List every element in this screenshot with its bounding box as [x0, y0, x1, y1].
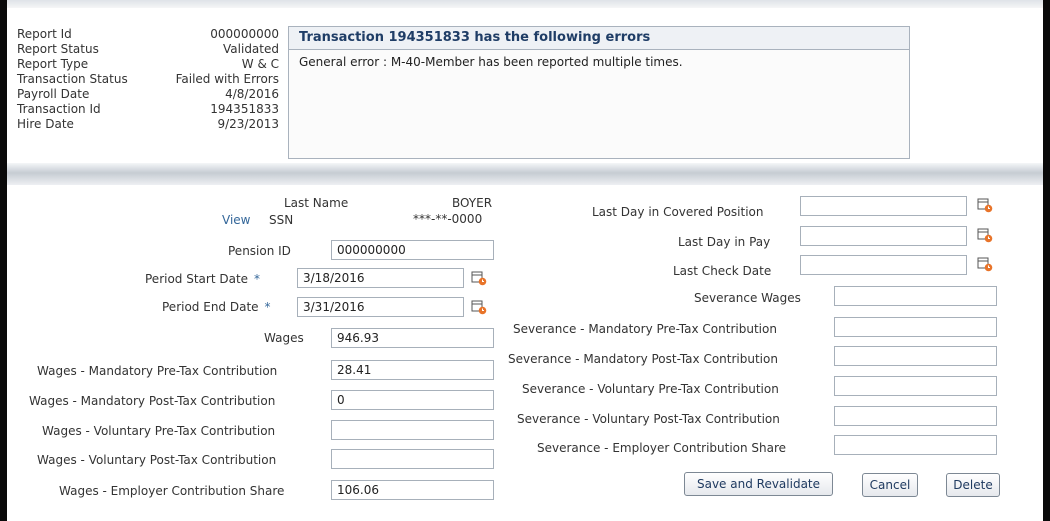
- sev-vol-post-input[interactable]: [834, 406, 997, 426]
- transaction-id-value: 194351833: [210, 102, 279, 116]
- last-name-label: Last Name: [284, 196, 349, 210]
- period-end-input[interactable]: [297, 297, 464, 317]
- report-status-value: Validated: [223, 42, 279, 56]
- calendar-clock-icon[interactable]: [977, 227, 993, 243]
- report-id-value: 000000000: [210, 27, 279, 41]
- section-splitter[interactable]: [7, 163, 1043, 185]
- wages-vol-post-label: Wages - Voluntary Post-Tax Contribution: [37, 453, 277, 467]
- wages-mand-pre-label: Wages - Mandatory Pre-Tax Contribution: [37, 364, 278, 378]
- wages-input[interactable]: [331, 328, 494, 348]
- last-name-value: BOYER: [452, 196, 493, 210]
- view-ssn-link[interactable]: View: [222, 213, 250, 227]
- last-day-pay-input[interactable]: [800, 226, 967, 246]
- report-id-label: Report Id: [17, 27, 72, 41]
- transaction-id-label: Transaction Id: [17, 102, 101, 116]
- report-status-label: Report Status: [17, 42, 99, 56]
- wages-mand-post-input[interactable]: [331, 390, 494, 410]
- pension-id-label: Pension ID: [228, 244, 291, 258]
- payroll-date-value: 4/8/2016: [225, 87, 279, 101]
- window-frame-right: [1043, 0, 1050, 521]
- period-start-input[interactable]: [297, 268, 464, 288]
- period-end-label: Period End Date *: [162, 300, 271, 314]
- wages-employer-label: Wages - Employer Contribution Share: [59, 484, 285, 498]
- hire-date-label: Hire Date: [17, 117, 74, 131]
- severance-wages-input[interactable]: [834, 286, 997, 306]
- pension-id-input[interactable]: [331, 240, 494, 260]
- sev-vol-post-label: Severance - Voluntary Post-Tax Contribut…: [517, 412, 780, 426]
- last-day-covered-input[interactable]: [800, 196, 967, 216]
- save-and-revalidate-button[interactable]: Save and Revalidate: [684, 472, 833, 496]
- sev-employer-input[interactable]: [834, 435, 997, 455]
- sev-employer-label: Severance - Employer Contribution Share: [537, 441, 787, 455]
- error-panel-header: Transaction 194351833 has the following …: [289, 27, 909, 50]
- last-day-covered-label: Last Day in Covered Position: [592, 205, 764, 219]
- calendar-clock-icon[interactable]: [471, 299, 487, 315]
- cancel-button[interactable]: Cancel: [862, 473, 918, 497]
- error-panel: Transaction 194351833 has the following …: [288, 26, 910, 159]
- error-title: Transaction 194351833 has the following …: [299, 30, 651, 45]
- delete-button[interactable]: Delete: [946, 473, 1000, 497]
- sev-mand-post-input[interactable]: [834, 346, 997, 366]
- transaction-status-label: Transaction Status: [17, 72, 128, 86]
- wages-vol-pre-label: Wages - Voluntary Pre-Tax Contribution: [42, 424, 276, 438]
- transaction-status-value: Failed with Errors: [175, 72, 279, 86]
- wages-vol-post-input[interactable]: [331, 449, 494, 469]
- sev-vol-pre-input[interactable]: [834, 376, 997, 396]
- severance-wages-label: Severance Wages: [694, 291, 801, 305]
- wages-label: Wages: [264, 331, 304, 345]
- sev-mand-pre-label: Severance - Mandatory Pre-Tax Contributi…: [513, 322, 777, 336]
- wages-vol-pre-input[interactable]: [331, 420, 494, 440]
- period-start-label: Period Start Date *: [145, 272, 261, 286]
- wages-mand-post-label: Wages - Mandatory Post-Tax Contribution: [29, 394, 276, 408]
- calendar-clock-icon[interactable]: [977, 256, 993, 272]
- top-strip: [7, 0, 1043, 8]
- error-message: General error : M-40-Member has been rep…: [299, 55, 683, 69]
- sev-vol-pre-label: Severance - Voluntary Pre-Tax Contributi…: [522, 382, 779, 396]
- wages-employer-input[interactable]: [331, 480, 494, 500]
- hire-date-value: 9/23/2013: [217, 117, 279, 131]
- ssn-label: SSN: [269, 213, 294, 227]
- calendar-clock-icon[interactable]: [471, 270, 487, 286]
- ssn-value: ***-**-0000: [413, 212, 483, 226]
- calendar-clock-icon[interactable]: [977, 197, 993, 213]
- report-type-label: Report Type: [17, 57, 89, 71]
- sev-mand-post-label: Severance - Mandatory Post-Tax Contribut…: [508, 352, 778, 366]
- last-day-pay-label: Last Day in Pay: [678, 235, 771, 249]
- last-check-date-label: Last Check Date: [673, 264, 772, 278]
- sev-mand-pre-input[interactable]: [834, 317, 997, 337]
- window-frame-left: [0, 0, 7, 521]
- wages-mand-pre-input[interactable]: [331, 360, 494, 380]
- last-check-date-input[interactable]: [800, 255, 967, 275]
- report-type-value: W & C: [241, 57, 279, 71]
- payroll-date-label: Payroll Date: [17, 87, 90, 101]
